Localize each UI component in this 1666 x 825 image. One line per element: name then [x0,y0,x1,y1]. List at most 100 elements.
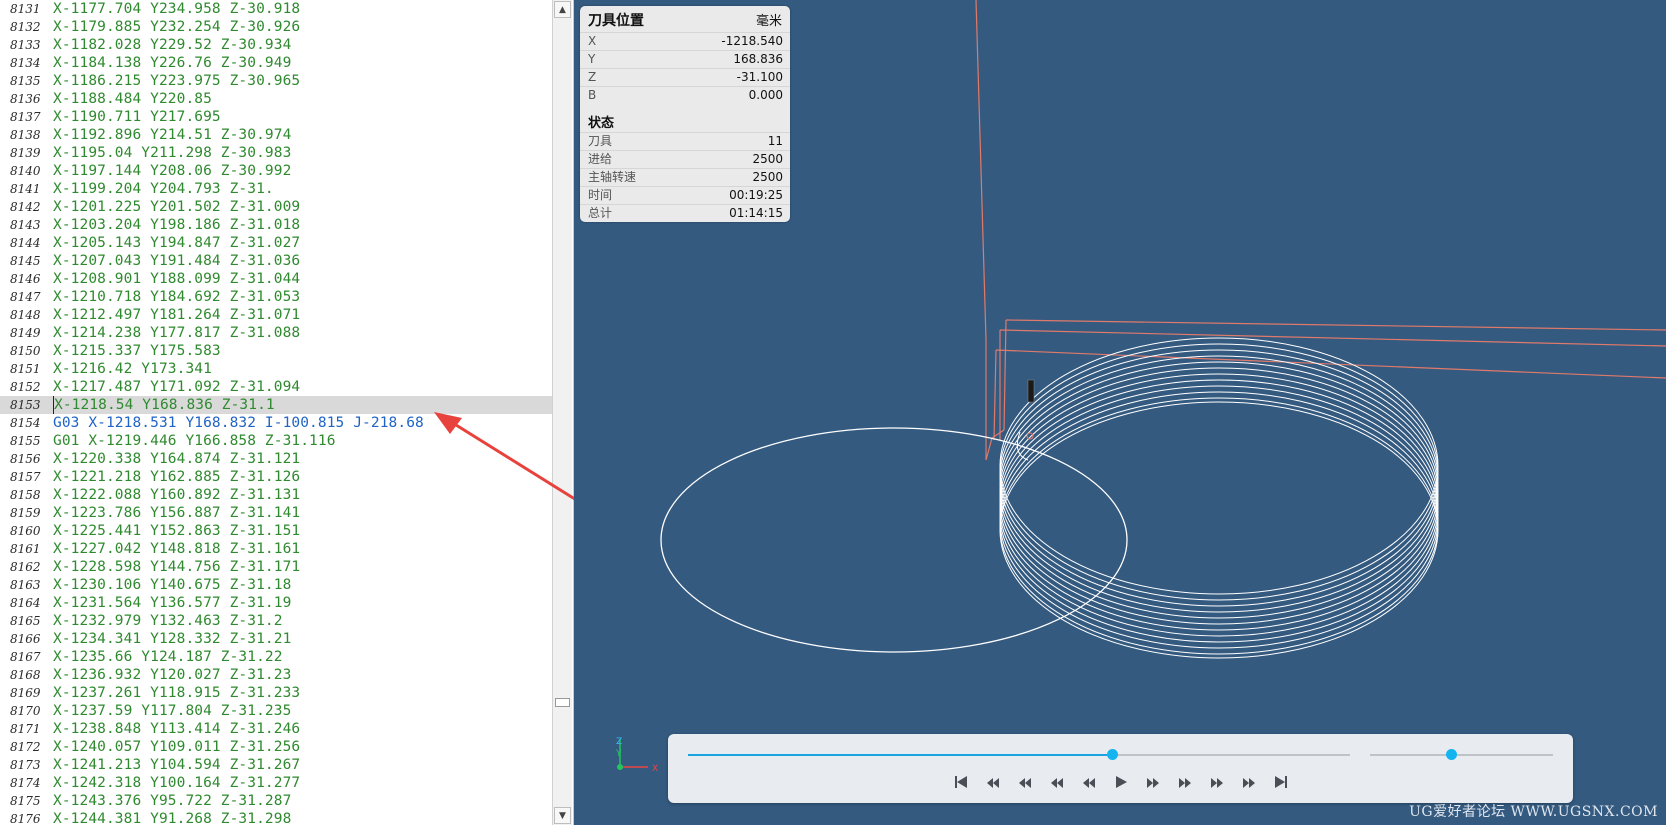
code-line[interactable]: 8176 X-1244.381 Y91.268 Z-31.298 [0,810,552,825]
code-line[interactable]: 8141 X-1199.204 Y204.793 Z-31. [0,180,552,198]
code-text: X-1195.04 Y211.298 Z-30.983 [53,145,292,161]
line-number: 8138 [10,128,41,142]
code-line[interactable]: 8151 X-1216.42 Y173.341 [0,360,552,378]
code-line[interactable]: 8149 X-1214.238 Y177.817 Z-31.088 [0,324,552,342]
code-line[interactable]: 8131 X-1177.704 Y234.958 Z-30.918 [0,0,552,18]
code-line[interactable]: 8162 X-1228.598 Y144.756 Z-31.171 [0,558,552,576]
code-line[interactable]: 8169 X-1237.261 Y118.915 Z-31.233 [0,684,552,702]
skip-to-end-icon[interactable] [1270,771,1292,793]
speed-handle[interactable] [1445,749,1457,760]
status-row: 总计 01:14:15 [580,204,790,222]
code-line[interactable]: 8160 X-1225.441 Y152.863 Z-31.151 [0,522,552,540]
code-text: X-1177.704 Y234.958 Z-30.918 [53,1,301,17]
code-line[interactable]: 8161 X-1227.042 Y148.818 Z-31.161 [0,540,552,558]
code-line[interactable]: 8134 X-1184.138 Y226.76 Z-30.949 [0,54,552,72]
scroll-up-button[interactable]: ▲ [554,1,571,18]
position-row-value: 0.000 [748,88,783,102]
code-line[interactable]: 8170 X-1237.59 Y117.804 Z-31.235 [0,702,552,720]
code-line[interactable]: 8167 X-1235.66 Y124.187 Z-31.22 [0,648,552,666]
status-row-label: 主轴转速 [588,170,637,184]
timeline-slider[interactable] [688,749,1350,760]
timeline-handle[interactable] [1106,749,1118,760]
code-text: X-1235.66 Y124.187 Z-31.22 [53,649,283,665]
code-line[interactable]: 8175 X-1243.376 Y95.722 Z-31.287 [0,792,552,810]
code-text: X-1197.144 Y208.06 Z-30.992 [53,163,292,179]
status-row-value: 01:14:15 [729,206,783,220]
code-text: X-1241.213 Y104.594 Z-31.267 [53,757,301,773]
line-number: 8133 [10,38,41,52]
code-line[interactable]: 8146 X-1208.901 Y188.099 Z-31.044 [0,270,552,288]
code-line[interactable]: 8172 X-1240.057 Y109.011 Z-31.256 [0,738,552,756]
play-icon[interactable] [1110,771,1132,793]
code-line[interactable]: 8140 X-1197.144 Y208.06 Z-30.992 [0,162,552,180]
line-number: 8167 [10,650,41,664]
speed-slider[interactable] [1370,749,1553,760]
code-line[interactable]: 8139 X-1195.04 Y211.298 Z-30.983 [0,144,552,162]
code-line[interactable]: 8174 X-1242.318 Y100.164 Z-31.277 [0,774,552,792]
code-line[interactable]: 8132 X-1179.885 Y232.254 Z-30.926 [0,18,552,36]
step-forward-y-icon[interactable] [1206,771,1228,793]
code-text: X-1203.204 Y198.186 Z-31.018 [53,217,301,233]
line-number: 8145 [10,254,41,268]
status-title: 状态 [588,116,615,131]
code-text: X-1199.204 Y204.793 Z-31. [53,181,274,197]
line-number: 8143 [10,218,41,232]
step-back-b-icon[interactable] [1078,771,1100,793]
code-line[interactable]: 8150 X-1215.337 Y175.583 [0,342,552,360]
code-text: X-1232.979 Y132.463 Z-31.2 [53,613,283,629]
code-line[interactable]: 8164 X-1231.564 Y136.577 Z-31.19 [0,594,552,612]
code-line[interactable]: 8137 X-1190.711 Y217.695 [0,108,552,126]
code-text: X-1244.381 Y91.268 Z-31.298 [53,811,292,825]
scroll-down-button[interactable]: ▼ [554,807,571,824]
code-line[interactable]: 8168 X-1236.932 Y120.027 Z-31.23 [0,666,552,684]
code-text: X-1208.901 Y188.099 Z-31.044 [53,271,301,287]
code-text: X-1210.718 Y184.692 Z-31.053 [53,289,301,305]
code-line[interactable]: 8166 X-1234.341 Y128.332 Z-31.21 [0,630,552,648]
code-line[interactable]: 8173 X-1241.213 Y104.594 Z-31.267 [0,756,552,774]
code-line[interactable]: 8171 X-1238.848 Y113.414 Z-31.246 [0,720,552,738]
line-number: 8148 [10,308,41,322]
tool-info-panel: 刀具位置 毫米 X -1218.540 Y 168.836 Z -31.100 B 0.000… [580,6,790,222]
unit-label: 毫米 [755,14,782,29]
code-line[interactable]: 8142 X-1201.225 Y201.502 Z-31.009 [0,198,552,216]
code-line[interactable]: 8165 X-1232.979 Y132.463 Z-31.2 [0,612,552,630]
code-text: X-1190.711 Y217.695 [53,109,221,125]
status-rows: 刀具 11 进给 2500 主轴转速 2500 时间 00:19:25 总计 01:14:15 [580,132,790,222]
status-row-label: 时间 [588,188,613,202]
code-line[interactable]: 8152 X-1217.487 Y171.092 Z-31.094 [0,378,552,396]
code-line[interactable]: 8136 X-1188.484 Y220.85 [0,90,552,108]
position-row-value: -1218.540 [721,34,783,48]
line-number: 8162 [10,560,41,574]
step-back-z-icon[interactable] [1046,771,1068,793]
step-back-y-icon[interactable] [1014,771,1036,793]
line-number: 8160 [10,524,41,538]
code-line[interactable]: 8133 X-1182.028 Y229.52 Z-30.934 [0,36,552,54]
code-line[interactable]: 8145 X-1207.043 Y191.484 Z-31.036 [0,252,552,270]
code-line[interactable]: 8143 X-1203.204 Y198.186 Z-31.018 [0,216,552,234]
line-number: 8163 [10,578,41,592]
skip-to-start-icon[interactable] [950,771,972,793]
axis-y-label: Y [615,749,622,759]
step-forward-b-icon[interactable] [1142,771,1164,793]
scroll-thumb[interactable] [555,698,570,707]
line-number: 8171 [10,722,41,736]
step-back-x-icon[interactable] [982,771,1004,793]
code-text: X-1240.057 Y109.011 Z-31.256 [53,739,301,755]
code-text: G03 X-1218.531 Y168.832 I-100.815 J-218.… [53,415,424,431]
line-number: 8139 [10,146,41,160]
status-row-value: 11 [767,134,783,148]
code-line[interactable]: 8163 X-1230.106 Y140.675 Z-31.18 [0,576,552,594]
code-line[interactable]: 8147 X-1210.718 Y184.692 Z-31.053 [0,288,552,306]
tool-position-rows: X -1218.540 Y 168.836 Z -31.100 B 0.000 [580,32,790,104]
step-forward-x-icon[interactable] [1238,771,1260,793]
code-line[interactable]: 8135 X-1186.215 Y223.975 Z-30.965 [0,72,552,90]
line-number: 8152 [10,380,41,394]
code-text: X-1182.028 Y229.52 Z-30.934 [53,37,292,53]
step-forward-z-icon[interactable] [1174,771,1196,793]
code-line[interactable]: 8144 X-1205.143 Y194.847 Z-31.027 [0,234,552,252]
code-line[interactable]: 8148 X-1212.497 Y181.264 Z-31.071 [0,306,552,324]
code-line[interactable]: 8138 X-1192.896 Y214.51 Z-30.974 [0,126,552,144]
code-text: X-1212.497 Y181.264 Z-31.071 [53,307,301,323]
code-text: X-1234.341 Y128.332 Z-31.21 [53,631,292,647]
position-row-value: -31.100 [736,70,783,84]
